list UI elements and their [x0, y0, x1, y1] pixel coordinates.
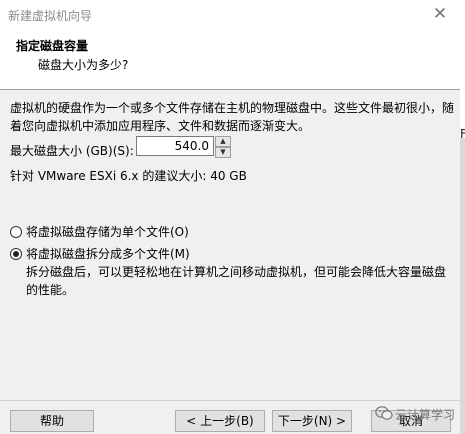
recommended-size-text: 针对 VMware ESXi 6.x 的建议大小: 40 GB	[10, 169, 247, 183]
window-title: 新建虚拟机向导	[8, 9, 93, 23]
spin-up-button[interactable]: ▲	[215, 136, 231, 147]
page-subtitle: 磁盘大小为多少?	[38, 58, 129, 72]
split-files-label[interactable]: 将虚拟磁盘拆分成多个文件(M)	[26, 247, 190, 261]
disk-size-spinner: ▲ ▼	[215, 136, 231, 158]
disk-size-input[interactable]	[136, 136, 214, 156]
next-button[interactable]: 下一步(N) >	[272, 410, 352, 432]
wizard-header: 指定磁盘容量 磁盘大小为多少?	[0, 29, 460, 90]
spin-down-button[interactable]: ▼	[215, 147, 231, 158]
watermark: 云计算学习	[375, 403, 455, 427]
single-file-radio[interactable]	[10, 226, 22, 238]
background-window-text: F	[460, 127, 465, 141]
back-button[interactable]: < 上一步(B)	[175, 410, 265, 432]
close-icon[interactable]: ✕	[430, 4, 450, 24]
wechat-icon	[375, 406, 393, 420]
new-vm-wizard-window: 新建虚拟机向导 ✕ 指定磁盘容量 磁盘大小为多少? 虚拟机的硬盘作为一个或多个文…	[0, 0, 460, 434]
single-file-label[interactable]: 将虚拟磁盘存储为单个文件(O)	[26, 225, 189, 239]
help-button[interactable]: 帮助	[10, 410, 94, 432]
split-files-radio[interactable]	[10, 248, 22, 260]
watermark-text: 云计算学习	[395, 408, 456, 422]
split-files-option[interactable]: 将虚拟磁盘拆分成多个文件(M)	[10, 245, 190, 262]
split-note-text: 拆分磁盘后，可以更轻松地在计算机之间移动虚拟机，但可能会降低大容量磁盘的性能。	[26, 265, 447, 297]
disk-size-label: 最大磁盘大小 (GB)(S):	[10, 144, 134, 158]
footer-divider	[0, 400, 460, 401]
titlebar: 新建虚拟机向导 ✕	[0, 0, 460, 29]
background-window-edge-upper	[460, 0, 465, 138]
single-file-option[interactable]: 将虚拟磁盘存储为单个文件(O)	[10, 223, 189, 240]
page-title: 指定磁盘容量	[16, 39, 89, 53]
description-text: 虚拟机的硬盘作为一个或多个文件存储在主机的物理磁盘中。这些文件最初很小，随着您向…	[10, 101, 455, 133]
